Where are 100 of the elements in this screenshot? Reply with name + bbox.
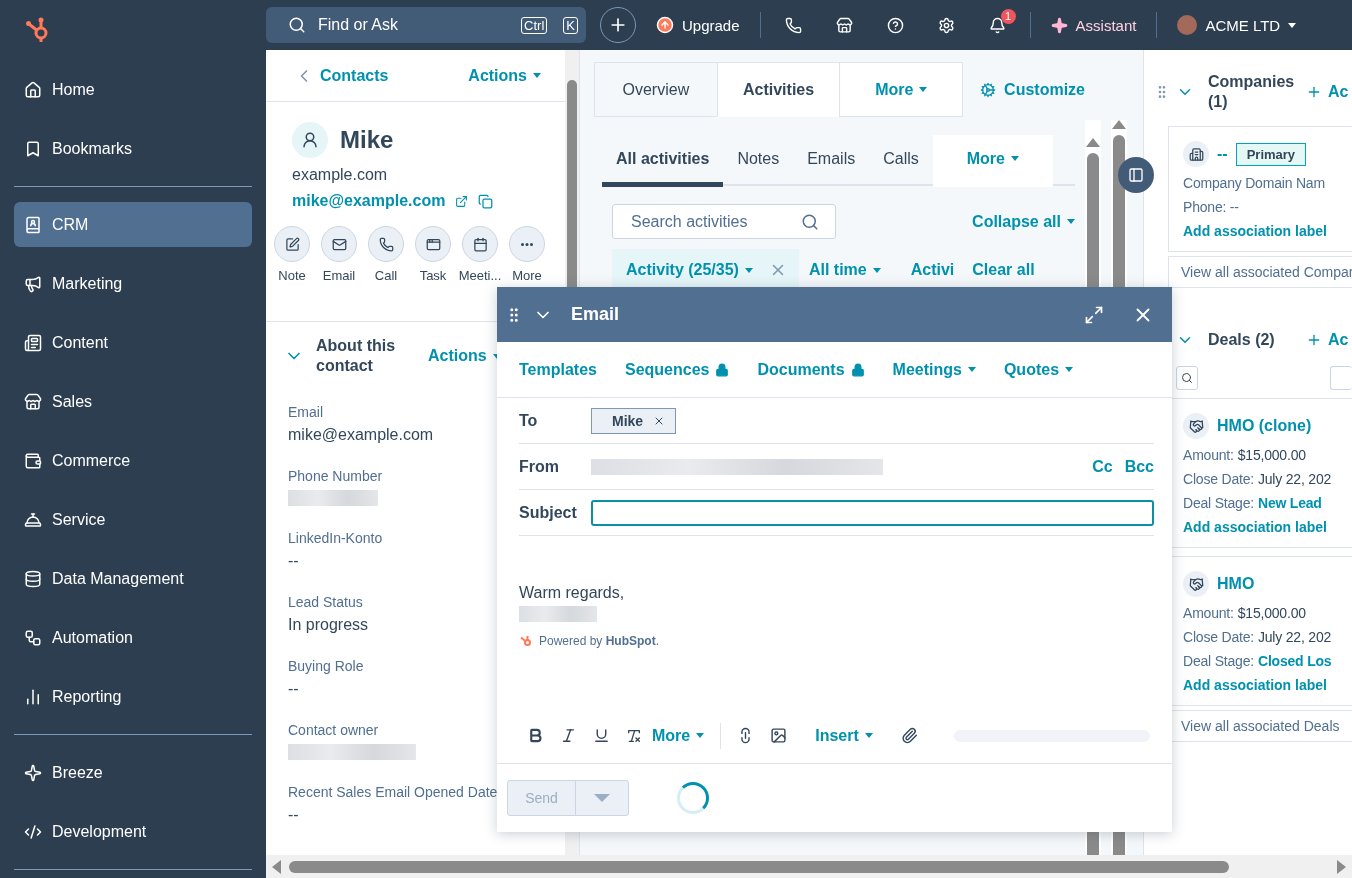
field-label: Phone Number: [288, 468, 383, 484]
clear-format-icon: [626, 727, 642, 744]
sidebar-item[interactable]: Service: [14, 497, 252, 542]
expand-icon[interactable]: [1084, 304, 1104, 325]
contact-book-icon: [24, 215, 42, 234]
clear-format-button[interactable]: [626, 727, 642, 744]
activity-tab[interactable]: Notes: [723, 135, 794, 187]
account-menu[interactable]: ACME LTD: [1171, 15, 1303, 35]
sidebar-item[interactable]: Home: [14, 67, 252, 112]
subject-field[interactable]: [591, 499, 1154, 526]
more-menu[interactable]: More: [652, 726, 705, 745]
toolbar-menu[interactable]: Templates: [519, 360, 597, 379]
database-icon: [24, 569, 42, 588]
wallet-icon: [24, 451, 42, 470]
field-label: Contact owner: [288, 722, 379, 738]
add-label-link[interactable]: Add association label: [1183, 519, 1352, 535]
sidebar-item[interactable]: Sales: [14, 379, 252, 424]
settings-icon: [937, 16, 955, 34]
bcc-link[interactable]: Bcc: [1124, 457, 1154, 476]
sidebar-item[interactable]: Bookmarks: [14, 126, 252, 171]
actions-menu[interactable]: Actions: [468, 66, 541, 85]
activity-tab[interactable]: More: [932, 135, 1053, 187]
building-icon: [1188, 146, 1204, 162]
activity-tab[interactable]: Emails: [793, 135, 870, 187]
record-link[interactable]: HMO (clone): [1217, 417, 1312, 435]
add-link[interactable]: Ac: [1306, 331, 1349, 349]
search-button[interactable]: [1176, 366, 1198, 390]
window-icon: [425, 236, 441, 252]
assistant-button[interactable]: Assistant: [1044, 16, 1143, 34]
caret-icon: [1065, 367, 1074, 372]
sidebar-item[interactable]: Data Management: [14, 556, 252, 601]
clear-all-link[interactable]: Clear all: [972, 261, 1035, 279]
sidebar-item[interactable]: Marketing: [14, 261, 252, 306]
insert-menu[interactable]: Insert: [815, 726, 873, 745]
search-field[interactable]: Find or Ask Ctrl K: [266, 7, 586, 43]
sidebar-item[interactable]: Content: [14, 320, 252, 365]
underline-icon: [593, 727, 610, 744]
store-icon: [835, 16, 853, 34]
sidebar-item[interactable]: Development: [14, 809, 252, 854]
external-link-icon[interactable]: [455, 194, 469, 208]
property-value: July 22, 202: [1257, 471, 1332, 487]
store-icon: [24, 392, 42, 411]
bell-icon: [24, 510, 42, 529]
sidebar-item[interactable]: Breeze: [14, 750, 252, 795]
attach-button[interactable]: [900, 727, 918, 744]
search-field[interactable]: Search activities: [612, 204, 836, 239]
activity-tab[interactable]: Calls: [869, 135, 933, 187]
notifications-button[interactable]: 1: [978, 10, 1016, 40]
calendar-icon: [472, 236, 488, 252]
deal-stage-menu[interactable]: Closed Los: [1257, 653, 1332, 669]
filter-field[interactable]: [1330, 366, 1352, 390]
sidebar-item[interactable]: CRM: [14, 202, 252, 247]
sidebar-item[interactable]: Reporting: [14, 674, 252, 719]
caret-icon: [872, 267, 881, 273]
bar-chart-icon: [24, 687, 42, 706]
filter-link[interactable]: Activi: [910, 261, 955, 279]
field-value: In progress: [288, 616, 369, 634]
email-link[interactable]: mike@example.com: [292, 192, 446, 210]
record-link[interactable]: HMO: [1217, 575, 1255, 593]
upgrade-button[interactable]: Upgrade: [650, 16, 746, 34]
collapse-all-menu[interactable]: Collapse all: [972, 212, 1075, 231]
contact-domain: example.com: [292, 166, 389, 184]
caret-icon: [919, 87, 928, 92]
caret-icon: [594, 794, 610, 802]
record-tab[interactable]: Activities: [716, 62, 841, 117]
bold-button[interactable]: [527, 727, 544, 744]
underline-button[interactable]: [593, 727, 610, 744]
copy-icon[interactable]: [478, 193, 494, 209]
gear-icon: [980, 81, 997, 98]
toolbar-menu[interactable]: Meetings: [892, 360, 976, 379]
deal-stage-menu[interactable]: New Lead: [1257, 495, 1322, 511]
caret-icon: [1067, 219, 1075, 224]
sparkle-icon: [24, 763, 42, 782]
add-link[interactable]: Ac: [1306, 83, 1349, 101]
add-label-link[interactable]: Add association label: [1183, 677, 1352, 693]
image-icon: [770, 727, 788, 744]
record-tab[interactable]: More: [839, 62, 964, 117]
property-label: Company Domain Nam: [1183, 175, 1325, 191]
record-link[interactable]: --: [1217, 145, 1228, 163]
bookmark-icon: [24, 139, 42, 158]
field-label: To: [519, 411, 539, 430]
sparkle-icon: [1050, 16, 1068, 34]
activity-tab[interactable]: All activities: [602, 135, 724, 187]
recipient-tag: Mike: [591, 407, 677, 434]
cc-link[interactable]: Cc: [1092, 457, 1113, 476]
sidebar-item[interactable]: Commerce: [14, 438, 252, 483]
contact-name: Mike: [340, 126, 394, 154]
toolbar-menu[interactable]: Sequences: [624, 360, 730, 379]
add-label-link[interactable]: Add association label: [1183, 223, 1352, 239]
back-link[interactable]: Contacts: [294, 65, 389, 86]
record-tab[interactable]: Overview: [594, 62, 718, 117]
italic-button[interactable]: [560, 727, 577, 744]
customize-button[interactable]: Customize: [980, 80, 1085, 99]
sidebar-item[interactable]: Automation: [14, 615, 252, 660]
phone-icon: [378, 236, 394, 252]
filter-menu[interactable]: All time: [808, 261, 881, 279]
image-button[interactable]: [770, 727, 788, 744]
toolbar-menu[interactable]: Quotes: [1003, 360, 1074, 379]
caret-icon: [967, 367, 976, 372]
toolbar-menu[interactable]: Documents: [757, 360, 865, 379]
